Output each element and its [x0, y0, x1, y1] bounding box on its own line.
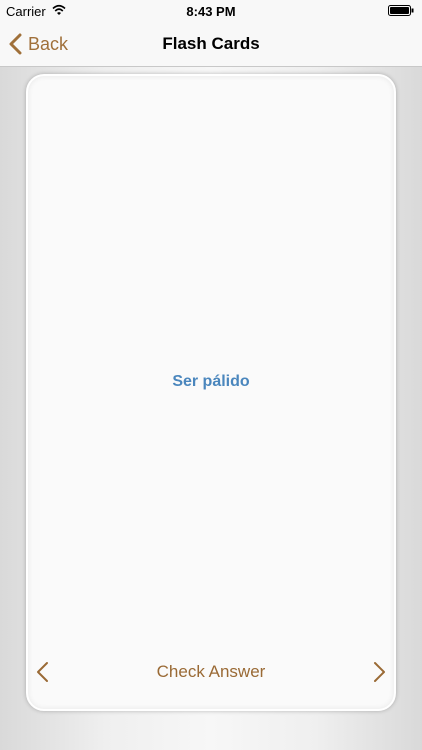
clock-time: 8:43 PM: [186, 4, 236, 19]
next-card-button[interactable]: [372, 660, 388, 684]
battery-icon: [388, 5, 414, 16]
check-answer-button[interactable]: Check Answer: [28, 662, 394, 682]
card-word: Ser pálido: [172, 373, 250, 390]
page-title: Flash Cards: [162, 34, 260, 53]
flash-card[interactable]: Ser pálido Check Answer: [26, 74, 396, 711]
status-bar: Carrier 8:43 PM: [0, 0, 422, 22]
navigation-bar: Back Flash Cards: [0, 22, 422, 67]
